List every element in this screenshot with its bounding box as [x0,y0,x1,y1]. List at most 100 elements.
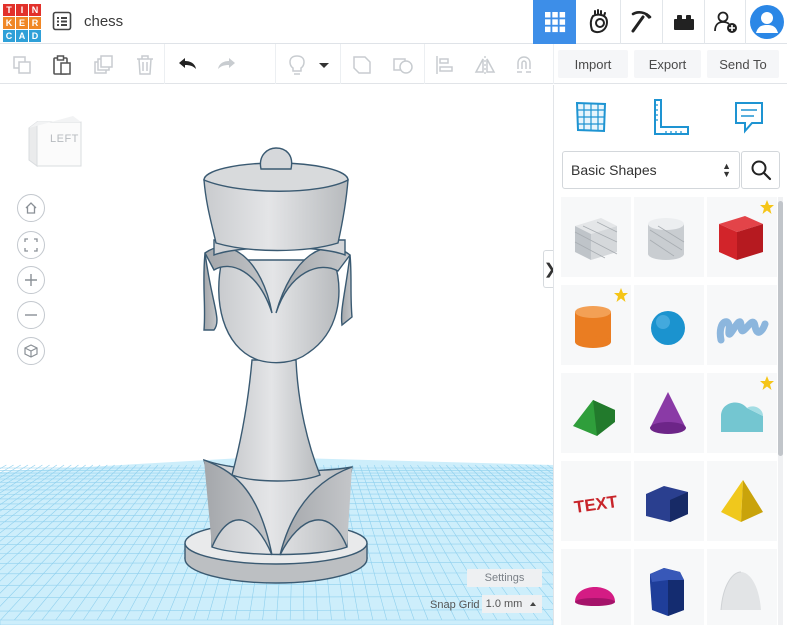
group-button[interactable] [349,52,375,78]
undo-icon [179,58,196,69]
undo-button[interactable] [174,52,200,78]
top-bar: TIN KER CAD chess [0,0,787,44]
lightbulb-dropdown-button[interactable] [314,52,334,78]
zoom-in-button[interactable] [17,266,45,294]
polygon-icon [646,486,688,522]
send-to-button[interactable]: Send To [707,50,779,78]
cylinder-hole-icon [648,218,685,260]
shape-search-button[interactable] [741,151,780,189]
home-view-button[interactable] [17,194,45,222]
tinkercad-logo[interactable]: TIN KER CAD [3,4,41,42]
redo-button[interactable] [214,52,240,78]
snap-grid-label: Snap Grid [430,599,480,611]
settings-button[interactable]: Settings [467,569,542,587]
ruler-icon [654,99,689,135]
designs-list-button[interactable] [52,11,72,31]
codeblocks-mode-button[interactable] [577,0,620,44]
ruler-button[interactable] [649,95,693,139]
hexagonal-prism-icon [650,568,684,616]
shape-scribble[interactable] [707,285,777,365]
star-icon [760,200,774,214]
snap-grid-select[interactable]: 1.0 mm [482,595,542,613]
lego-mode-button[interactable] [662,0,705,44]
star-icon [614,288,628,302]
logo-letter: E [16,17,28,29]
notes-button[interactable] [727,95,771,139]
duplicate-button[interactable] [91,52,117,78]
snap-grid-value: 1.0 mm [485,598,523,610]
paraboloid-icon [720,571,761,611]
star-icon [760,376,774,390]
user-avatar-button[interactable] [745,0,787,44]
shape-text[interactable]: TEXT [561,461,631,541]
shape-pyramid[interactable] [707,461,777,541]
cruise-button[interactable] [511,52,537,78]
mirror-button[interactable] [472,52,498,78]
search-icon [751,160,771,181]
fit-icon [24,238,38,252]
logo-letter: I [16,4,28,16]
shape-grid: TEXT [561,197,777,625]
paste-button[interactable] [49,52,75,78]
view-cube[interactable]: LEFT [27,108,89,170]
ungroup-button[interactable] [390,52,416,78]
copy-button[interactable] [9,52,35,78]
select-arrows-icon: ▲ ▼ [722,161,731,179]
pickaxe-icon [631,11,652,33]
shape-paraboloid[interactable] [707,549,777,625]
shape-box-hole[interactable] [561,197,631,277]
workplane-button[interactable] [569,95,613,139]
import-button[interactable]: Import [558,50,628,78]
lightbulb-button[interactable] [284,52,310,78]
shape-round-roof[interactable] [707,373,777,453]
shape-hexagonal-prism[interactable] [634,549,704,625]
shape-polygon[interactable] [634,461,704,541]
caret-up-icon [530,602,537,606]
copy-icon [13,56,31,74]
3d-design-mode-button[interactable] [533,0,576,44]
logo-letter: N [29,4,41,16]
shape-library-select[interactable]: Basic Shapes ▲ ▼ [562,151,740,189]
bricks-mode-button[interactable] [620,0,663,44]
mirror-icon [474,56,496,74]
delete-button[interactable] [132,52,158,78]
view-cube-face-label: LEFT [50,133,79,145]
export-button[interactable]: Export [634,50,701,78]
workplane-viewport[interactable]: LEFT Settings Snap Grid 1.0 mm [0,85,553,625]
shape-cylinder-hole[interactable] [634,197,704,277]
half-sphere-icon [575,587,615,606]
brick-icon [674,15,694,30]
logo-letter: A [16,30,28,42]
perspective-toggle-button[interactable] [17,337,45,365]
document-title[interactable]: chess [84,13,123,30]
fit-view-button[interactable] [17,231,45,259]
redo-icon [218,58,235,69]
shape-sphere[interactable] [634,285,704,365]
shape-roof[interactable] [561,373,631,453]
note-icon [735,102,763,134]
ungroup-icon [393,58,413,74]
home-icon [25,202,37,214]
list-icon [52,11,72,31]
plus-icon [25,274,37,286]
shape-panel-scrollbar[interactable] [778,197,783,625]
grid-icon [544,12,565,33]
cone-icon [650,392,686,434]
box-hole-icon [574,218,618,260]
pyramid-icon [721,480,763,522]
workplane-icon [575,101,607,133]
invite-user-button[interactable] [704,0,747,44]
shape-box[interactable] [707,197,777,277]
shape-half-sphere[interactable] [561,549,631,625]
blocks-hand-icon [589,9,608,34]
shape-cone[interactable] [634,373,704,453]
logo-letter: C [3,30,15,42]
shape-cylinder[interactable] [561,285,631,365]
logo-letter: D [29,30,41,42]
zoom-out-button[interactable] [17,301,45,329]
avatar [749,5,784,39]
trash-icon [137,55,153,75]
align-button[interactable] [432,52,458,78]
scrollbar-thumb[interactable] [778,201,783,456]
shapes-panel: Basic Shapes ▲ ▼ TEXT [553,85,787,625]
